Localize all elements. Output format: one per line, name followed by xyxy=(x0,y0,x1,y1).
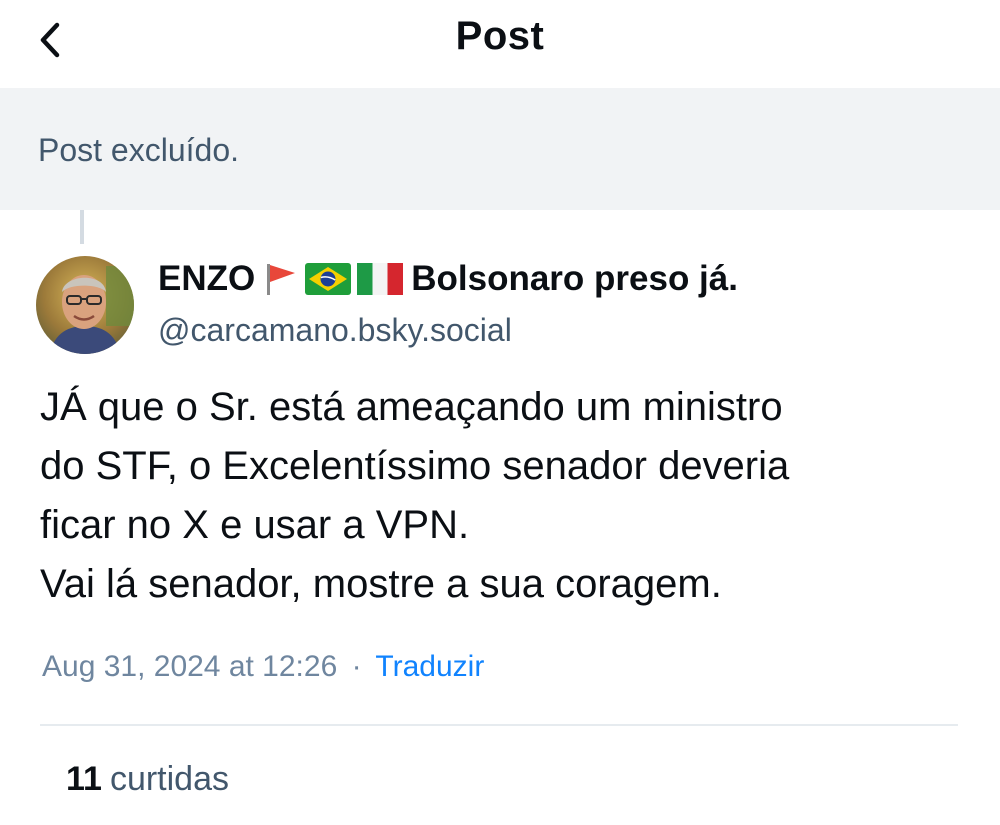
red-flag-icon xyxy=(267,264,296,295)
avatar[interactable] xyxy=(36,256,134,354)
post-text: JÁ que o Sr. está ameaçando um ministro … xyxy=(40,378,970,614)
avatar-photo xyxy=(36,256,134,354)
likes-count: 11 xyxy=(66,760,102,798)
post-text-line: do STF, o Excelentíssimo senador deveria xyxy=(40,444,790,488)
brazil-flag-icon xyxy=(305,263,352,295)
author-display-name[interactable]: ENZO Bolsonaro preso já. xyxy=(158,257,738,301)
author-name: ENZO xyxy=(158,259,256,298)
top-bar: Post xyxy=(0,0,1000,88)
thread-connector-line xyxy=(80,210,84,244)
post-text-line: Vai lá senador, mostre a sua coragem. xyxy=(40,562,722,606)
post-text-line: JÁ que o Sr. está ameaçando um ministro xyxy=(40,385,783,429)
italy-flag-icon xyxy=(357,263,404,295)
likes-count-link[interactable]: 11 curtidas xyxy=(66,760,229,799)
flag-emojis xyxy=(263,261,404,297)
divider xyxy=(40,724,958,726)
post-meta: Aug 31, 2024 at 12:26 · Traduzir xyxy=(42,650,484,684)
page-title: Post xyxy=(455,14,545,58)
author-handle[interactable]: @carcamano.bsky.social xyxy=(158,312,512,349)
likes-label: curtidas xyxy=(109,760,230,798)
deleted-post-label: Post excluído. xyxy=(38,132,239,168)
author-name-suffix: Bolsonaro preso já. xyxy=(411,259,738,298)
translate-link[interactable]: Traduzir xyxy=(375,650,484,683)
post-timestamp: Aug 31, 2024 at 12:26 xyxy=(42,650,338,683)
post-text-line: ficar no X e usar a VPN. xyxy=(40,503,470,547)
meta-separator: · xyxy=(351,650,362,683)
